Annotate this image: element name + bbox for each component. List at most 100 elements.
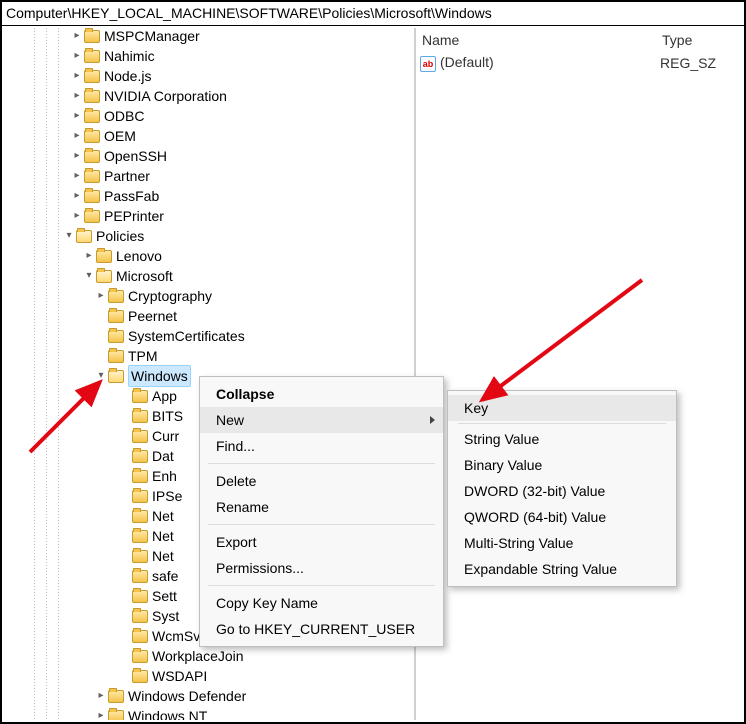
chevron-down-icon[interactable]: ▾ — [82, 269, 96, 283]
folder-icon — [84, 150, 100, 163]
submenu-expandable[interactable]: Expandable String Value — [448, 556, 676, 582]
menu-copy-key-name[interactable]: Copy Key Name — [200, 590, 443, 616]
folder-icon — [132, 510, 148, 523]
menu-collapse[interactable]: Collapse — [200, 381, 443, 407]
menu-find[interactable]: Find... — [200, 433, 443, 459]
tree-item[interactable]: ▸ Node.js — [4, 66, 414, 86]
folder-icon — [96, 250, 112, 263]
tree-label: WorkplaceJoin — [152, 646, 244, 666]
tree-item[interactable]: ▸OEM — [4, 126, 414, 146]
chevron-right-icon[interactable]: ▸ — [94, 689, 108, 703]
tree-label: PassFab — [104, 186, 159, 206]
chevron-right-icon[interactable]: ▸ — [70, 49, 84, 63]
folder-icon — [132, 490, 148, 503]
tree-label: TPM — [128, 346, 158, 366]
tree-label: IPSe — [152, 486, 182, 506]
menu-rename[interactable]: Rename — [200, 494, 443, 520]
folder-icon — [84, 190, 100, 203]
submenu-string[interactable]: String Value — [448, 426, 676, 452]
tree-item[interactable]: ▾Microsoft — [4, 266, 414, 286]
chevron-right-icon[interactable]: ▸ — [70, 169, 84, 183]
col-type-header[interactable]: Type — [662, 32, 742, 48]
tree-item[interactable]: ▾ Policies — [4, 226, 414, 246]
tree-item[interactable]: ▸PEPrinter — [4, 206, 414, 226]
submenu-binary[interactable]: Binary Value — [448, 452, 676, 478]
tree-item[interactable]: ▸Lenovo — [4, 246, 414, 266]
folder-icon — [108, 290, 124, 303]
menu-permissions[interactable]: Permissions... — [200, 555, 443, 581]
menu-delete[interactable]: Delete — [200, 468, 443, 494]
tree-item[interactable]: ▸ Cryptography — [4, 286, 414, 306]
folder-icon — [132, 390, 148, 403]
col-name-header[interactable]: Name — [422, 32, 662, 48]
chevron-right-icon[interactable]: ▸ — [70, 209, 84, 223]
folder-icon — [96, 270, 112, 283]
submenu-dword[interactable]: DWORD (32-bit) Value — [448, 478, 676, 504]
address-bar[interactable]: Computer\HKEY_LOCAL_MACHINE\SOFTWARE\Pol… — [2, 2, 744, 26]
no-caret — [94, 309, 108, 323]
chevron-right-icon[interactable]: ▸ — [70, 189, 84, 203]
folder-icon — [132, 470, 148, 483]
tree-item[interactable]: ▸Windows NT — [4, 706, 414, 720]
folder-icon — [108, 370, 124, 383]
chevron-right-icon[interactable]: ▸ — [70, 149, 84, 163]
tree-item[interactable]: ▸MSPCManager — [4, 28, 414, 46]
chevron-right-icon[interactable]: ▸ — [70, 69, 84, 83]
submenu-multistring[interactable]: Multi-String Value — [448, 530, 676, 556]
values-pane[interactable]: Name Type ab(Default) REG_SZ — [416, 28, 742, 720]
menu-goto-hkcu[interactable]: Go to HKEY_CURRENT_USER — [200, 616, 443, 642]
chevron-right-icon[interactable]: ▸ — [94, 709, 108, 720]
no-caret — [118, 629, 132, 643]
tree-item[interactable]: ▸ PassFab — [4, 186, 414, 206]
tree-item[interactable]: ▸NVIDIA Corporation — [4, 86, 414, 106]
no-caret — [118, 509, 132, 523]
submenu-qword[interactable]: QWORD (64-bit) Value — [448, 504, 676, 530]
tree-label: Syst — [152, 606, 179, 626]
folder-icon — [132, 450, 148, 463]
regedit-window: Computer\HKEY_LOCAL_MACHINE\SOFTWARE\Pol… — [0, 0, 746, 724]
menu-separator — [208, 463, 435, 464]
tree-item[interactable]: ▸OpenSSH — [4, 146, 414, 166]
chevron-down-icon[interactable]: ▾ — [62, 229, 76, 243]
tree-item[interactable]: ▸ODBC — [4, 106, 414, 126]
tree-item[interactable]: TPM — [4, 346, 414, 366]
tree-label: Net — [152, 506, 174, 526]
chevron-right-icon[interactable]: ▸ — [70, 129, 84, 143]
tree-label: Curr — [152, 426, 179, 446]
folder-icon — [132, 570, 148, 583]
tree-item[interactable]: SystemCertificates — [4, 326, 414, 346]
tree-label: Windows — [128, 365, 191, 387]
folder-icon — [84, 130, 100, 143]
tree-item[interactable]: ▸Nahimic — [4, 46, 414, 66]
no-caret — [118, 649, 132, 663]
value-row-default[interactable]: ab(Default) REG_SZ — [416, 52, 742, 74]
chevron-right-icon[interactable]: ▸ — [70, 109, 84, 123]
folder-icon — [84, 30, 100, 43]
chevron-right-icon[interactable]: ▸ — [82, 249, 96, 263]
no-caret — [118, 489, 132, 503]
folder-icon — [108, 690, 124, 703]
chevron-down-icon[interactable]: ▾ — [94, 369, 108, 383]
menu-new[interactable]: New — [200, 407, 443, 433]
menu-separator — [458, 423, 666, 424]
no-caret — [118, 569, 132, 583]
tree-item[interactable]: ▸Partner — [4, 166, 414, 186]
tree-label: Policies — [96, 226, 144, 246]
folder-icon — [84, 170, 100, 183]
chevron-right-icon[interactable]: ▸ — [94, 289, 108, 303]
tree-label: Node.js — [104, 66, 151, 86]
menu-export[interactable]: Export — [200, 529, 443, 555]
tree-label: Cryptography — [128, 286, 212, 306]
no-caret — [118, 469, 132, 483]
tree-item[interactable]: Peernet — [4, 306, 414, 326]
folder-icon — [84, 110, 100, 123]
tree-item[interactable]: WorkplaceJoin — [4, 646, 414, 666]
folder-icon — [108, 310, 124, 323]
submenu-key[interactable]: Key — [448, 395, 676, 421]
chevron-right-icon[interactable]: ▸ — [70, 89, 84, 103]
menu-separator — [208, 524, 435, 525]
tree-item[interactable]: ▸Windows Defender — [4, 686, 414, 706]
tree-item[interactable]: WSDAPI — [4, 666, 414, 686]
chevron-right-icon[interactable]: ▸ — [70, 29, 84, 43]
tree-label: Enh — [152, 466, 177, 486]
